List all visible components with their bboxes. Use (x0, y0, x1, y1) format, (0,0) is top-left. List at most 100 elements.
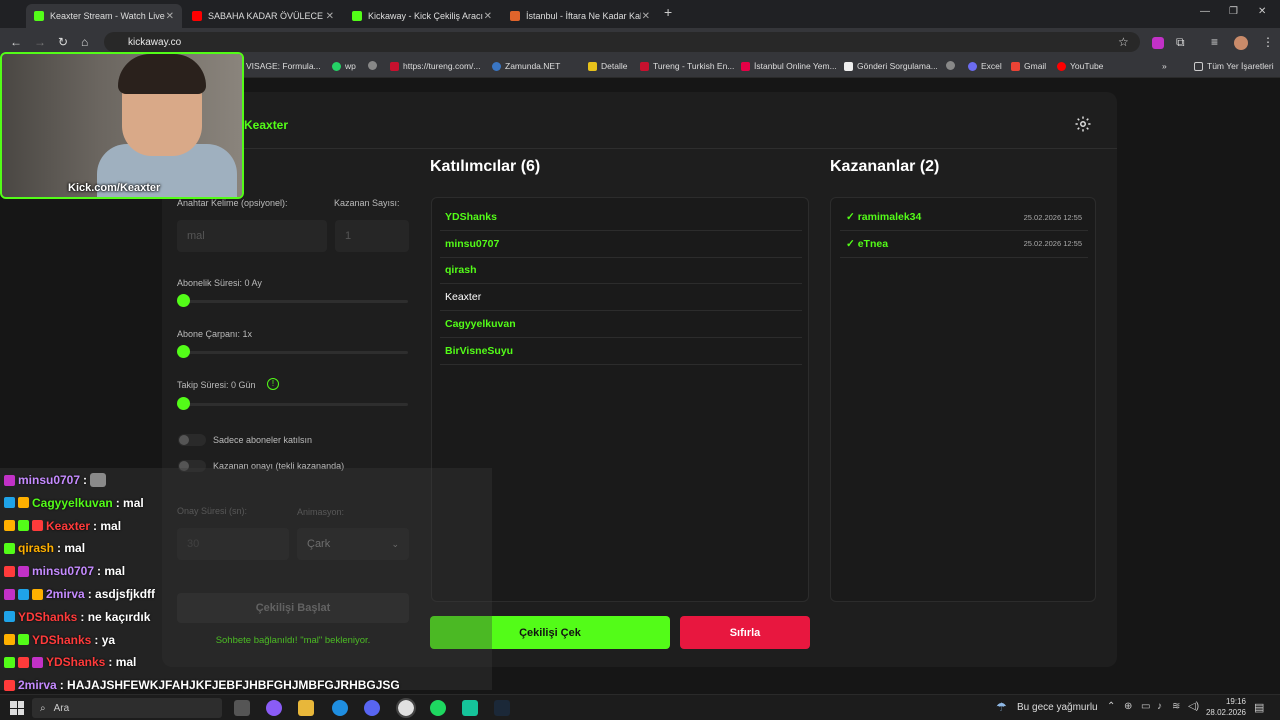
bookmark-star-icon[interactable]: ☆ (1118, 35, 1129, 49)
file-explorer-icon[interactable] (298, 700, 314, 716)
bookmark-item[interactable] (368, 61, 377, 70)
bookmark-item[interactable]: Tureng - Turkish En... (640, 61, 734, 71)
chat-username[interactable]: Cagyyelkuvan (32, 496, 113, 510)
weather-text[interactable]: Bu gece yağmurlu (1017, 702, 1098, 713)
clock-date[interactable]: 28.02.2026 (1200, 708, 1246, 717)
chat-username[interactable]: qirash (18, 541, 54, 555)
profile-avatar[interactable] (1234, 36, 1248, 50)
address-bar[interactable]: kickaway.co (104, 32, 1140, 52)
taskbar-search[interactable]: ⌕ Ara (32, 698, 222, 718)
tab-istanbul-iftar[interactable]: İstanbul - İftara Ne Kadar Kaldı ✕ (502, 4, 658, 28)
all-bookmarks[interactable]: Tüm Yer İşaretleri (1194, 61, 1274, 71)
chat-username[interactable]: 2mirva (18, 678, 57, 692)
chat-username[interactable]: minsu0707 (18, 473, 80, 487)
chat-badge-icon (4, 656, 15, 668)
bookmark-item[interactable]: Detalle (588, 61, 627, 71)
chat-line: YDShanks : ya (4, 630, 115, 650)
bookmark-item[interactable]: Gönderi Sorgulama... (844, 61, 938, 71)
participant-row: qirash (440, 257, 802, 285)
close-tab-icon[interactable]: ✕ (326, 11, 334, 22)
slider-knob[interactable] (177, 397, 190, 410)
app-icon[interactable] (462, 700, 478, 716)
chat-badge-icon (4, 588, 15, 600)
tab-title: Kickaway - Kick Çekiliş Aracı (368, 11, 483, 21)
new-tab-icon[interactable]: + (664, 4, 672, 20)
close-tab-icon[interactable]: ✕ (642, 11, 650, 22)
extensions-puzzle-icon[interactable]: ⧉ (1176, 35, 1185, 50)
sub-multiplier-slider[interactable] (177, 345, 408, 358)
chat-username[interactable]: minsu0707 (32, 564, 94, 578)
more-bookmarks-icon[interactable]: » (1162, 61, 1167, 71)
yemeksepeti-icon (741, 61, 750, 71)
tab-keaxter-stream[interactable]: Keaxter Stream - Watch Live on ✕ (26, 4, 182, 28)
slider-knob[interactable] (177, 345, 190, 358)
minimize-icon[interactable]: — (1200, 6, 1210, 17)
chat-badge-icon (18, 565, 29, 577)
winner-count-input[interactable]: 1 (335, 220, 409, 252)
bookmark-item[interactable]: VISAGE: Formula... (246, 61, 321, 71)
edge-icon[interactable] (332, 700, 348, 716)
reload-icon[interactable]: ↻ (58, 35, 68, 49)
volume-icon[interactable]: ◁) (1188, 701, 1199, 712)
home-icon[interactable]: ⌂ (81, 35, 88, 49)
clock-time[interactable]: 19:16 (1208, 697, 1246, 706)
bookmark-item[interactable]: İstanbul Online Yem... (741, 61, 837, 71)
chat-username[interactable]: YDShanks (32, 633, 91, 647)
tab-kickaway[interactable]: Kickaway - Kick Çekiliş Aracı ✕ (344, 4, 500, 28)
chat-username[interactable]: YDShanks (18, 610, 77, 624)
reset-button[interactable]: Sıfırla (680, 616, 810, 649)
participant-row: minsu0707 (440, 231, 802, 258)
webcam-overlay: Kick.com/Keaxter (0, 52, 244, 199)
slider-knob[interactable] (177, 294, 190, 307)
chat-message: : mal (108, 655, 137, 670)
notification-icon[interactable]: ▤ (1254, 701, 1264, 714)
spotify-icon[interactable] (430, 700, 446, 716)
close-tab-icon[interactable]: ✕ (484, 11, 492, 22)
steam-icon[interactable] (494, 700, 510, 716)
participant-row: Cagyyelkuvan (440, 311, 802, 338)
copilot-icon[interactable] (266, 700, 282, 716)
tab-bar: Keaxter Stream - Watch Live on ✕ SABAHA … (0, 0, 1280, 28)
bookmark-item[interactable]: Gmail (1011, 61, 1046, 71)
bookmark-item[interactable] (946, 61, 955, 70)
discord-icon[interactable] (364, 700, 380, 716)
cargo-icon (844, 61, 853, 71)
tray-chevron-icon[interactable]: ⌃ (1107, 701, 1115, 712)
bookmark-item[interactable]: wp (332, 61, 356, 71)
globe-icon (946, 61, 955, 70)
windows-start-icon[interactable] (10, 701, 24, 715)
mic-icon[interactable]: ♪ (1157, 701, 1162, 712)
only-subs-label: Sadece aboneler katılsın (213, 435, 313, 445)
bookmark-item[interactable]: Excel (968, 61, 1002, 71)
sub-duration-label: Abonelik Süresi: 0 Ay (177, 278, 262, 288)
extension-icon[interactable] (1152, 37, 1164, 49)
chat-username[interactable]: Keaxter (46, 519, 90, 533)
display-icon[interactable]: ▭ (1141, 701, 1150, 712)
bookmark-item[interactable]: https://tureng.com/... (390, 61, 480, 71)
only-subs-toggle[interactable] (178, 434, 206, 446)
wifi-icon[interactable]: ≋ (1172, 701, 1180, 712)
chrome-icon[interactable] (396, 698, 416, 718)
sub-duration-slider[interactable] (177, 294, 408, 307)
winners-list (830, 197, 1096, 602)
forward-icon[interactable]: → (34, 35, 46, 49)
keyword-input[interactable]: mal (177, 220, 327, 252)
reading-list-icon[interactable]: ≡ (1211, 35, 1218, 49)
settings-gear-icon[interactable] (1072, 113, 1094, 135)
maximize-icon[interactable]: ❐ (1229, 6, 1238, 17)
close-tab-icon[interactable]: ✕ (166, 11, 174, 22)
winner-count-label: Kazanan Sayısı: (334, 198, 400, 208)
chat-username[interactable]: YDShanks (46, 655, 105, 669)
bookmark-item[interactable]: YouTube (1057, 61, 1103, 71)
menu-kebab-icon[interactable]: ⋮ (1262, 35, 1274, 49)
close-window-icon[interactable]: ✕ (1258, 6, 1266, 17)
tab-youtube-video[interactable]: SABAHA KADAR ÖVÜLECEK OYUN ✕ (184, 4, 342, 28)
network-icon[interactable]: ⊕ (1124, 701, 1132, 712)
follow-duration-slider[interactable] (177, 397, 408, 410)
bookmark-item[interactable]: Zamunda.NET (492, 61, 560, 71)
participant-row: Keaxter (440, 284, 802, 312)
task-view-icon[interactable] (234, 700, 250, 716)
chat-username[interactable]: 2mirva (46, 587, 85, 601)
info-icon[interactable]: ! (267, 378, 279, 390)
back-icon[interactable]: ← (10, 35, 22, 49)
